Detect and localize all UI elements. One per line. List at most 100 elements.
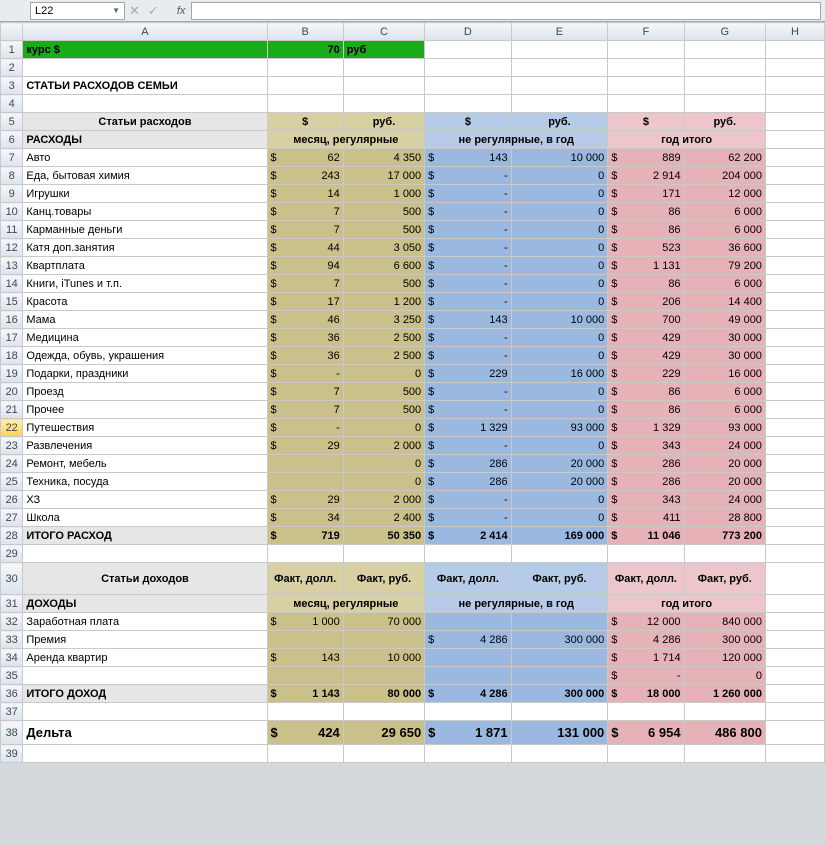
delta[interactable]: 6 954 bbox=[608, 721, 684, 745]
cell[interactable] bbox=[765, 703, 824, 721]
cell[interactable] bbox=[765, 77, 824, 95]
cell[interactable]: 10 000 bbox=[511, 149, 608, 167]
expense-name[interactable]: Красота bbox=[23, 293, 267, 311]
row-header[interactable]: 26 bbox=[1, 491, 23, 509]
cell[interactable]: 86 bbox=[608, 203, 684, 221]
cell[interactable] bbox=[765, 649, 824, 667]
cell[interactable]: 343 bbox=[608, 437, 684, 455]
cell[interactable] bbox=[267, 745, 343, 763]
cell[interactable]: 0 bbox=[511, 293, 608, 311]
cell[interactable]: 206 bbox=[608, 293, 684, 311]
cell[interactable]: - bbox=[425, 329, 511, 347]
cell[interactable]: 17 000 bbox=[343, 167, 424, 185]
total[interactable]: 80 000 bbox=[343, 685, 424, 703]
cell[interactable]: 1 000 bbox=[343, 185, 424, 203]
cell[interactable]: 70 000 bbox=[343, 613, 424, 631]
cell[interactable] bbox=[343, 631, 424, 649]
cell[interactable]: 29 bbox=[267, 437, 343, 455]
name-box[interactable]: L22 ▼ bbox=[30, 2, 125, 20]
cell[interactable]: 30 000 bbox=[684, 347, 765, 365]
cell[interactable]: - bbox=[608, 667, 684, 685]
expense-name[interactable]: Техника, посуда bbox=[23, 473, 267, 491]
cell[interactable] bbox=[765, 527, 824, 545]
cell[interactable] bbox=[267, 545, 343, 563]
subhdr[interactable]: месяц, регулярные bbox=[267, 131, 425, 149]
cell[interactable]: 523 bbox=[608, 239, 684, 257]
col-header[interactable]: C bbox=[343, 23, 424, 41]
cell[interactable]: 204 000 bbox=[684, 167, 765, 185]
cell[interactable]: 93 000 bbox=[684, 419, 765, 437]
cell[interactable] bbox=[765, 293, 824, 311]
row-header[interactable]: 36 bbox=[1, 685, 23, 703]
expense-name[interactable]: Подарки, праздники bbox=[23, 365, 267, 383]
cell[interactable] bbox=[343, 545, 424, 563]
cell[interactable]: 49 000 bbox=[684, 311, 765, 329]
row-header[interactable]: 27 bbox=[1, 509, 23, 527]
hdr[interactable]: Факт, руб. bbox=[511, 563, 608, 595]
subhdr[interactable]: не регулярные, в год bbox=[425, 595, 608, 613]
row-header[interactable]: 34 bbox=[1, 649, 23, 667]
rate-label[interactable]: курс $ bbox=[23, 41, 267, 59]
total[interactable]: 18 000 bbox=[608, 685, 684, 703]
cell[interactable] bbox=[425, 95, 511, 113]
expense-name[interactable]: Карманные деньги bbox=[23, 221, 267, 239]
cell[interactable]: 243 bbox=[267, 167, 343, 185]
cell[interactable]: 6 000 bbox=[684, 401, 765, 419]
hdr[interactable]: Факт, долл. bbox=[425, 563, 511, 595]
cell[interactable] bbox=[267, 455, 343, 473]
cell[interactable] bbox=[511, 745, 608, 763]
expense-name[interactable]: Мама bbox=[23, 311, 267, 329]
cell[interactable] bbox=[511, 703, 608, 721]
cell[interactable] bbox=[343, 667, 424, 685]
row-header[interactable]: 37 bbox=[1, 703, 23, 721]
cell[interactable]: 0 bbox=[511, 383, 608, 401]
row-header[interactable]: 39 bbox=[1, 745, 23, 763]
cell[interactable]: 500 bbox=[343, 221, 424, 239]
cell[interactable] bbox=[765, 149, 824, 167]
income-name[interactable]: Премия bbox=[23, 631, 267, 649]
fx-icon[interactable]: fx bbox=[163, 5, 192, 17]
hdr-income[interactable]: Статьи доходов bbox=[23, 563, 267, 595]
cell[interactable]: - bbox=[425, 239, 511, 257]
cell[interactable] bbox=[267, 703, 343, 721]
cell[interactable]: 143 bbox=[425, 311, 511, 329]
income-name[interactable]: Заработная плата bbox=[23, 613, 267, 631]
expense-name[interactable]: Катя доп.занятия bbox=[23, 239, 267, 257]
row-header[interactable]: 31 bbox=[1, 595, 23, 613]
expense-name[interactable]: Книги, iTunes и т.п. bbox=[23, 275, 267, 293]
hdr[interactable]: руб. bbox=[343, 113, 424, 131]
cell[interactable] bbox=[608, 77, 684, 95]
cell[interactable] bbox=[608, 545, 684, 563]
row-header[interactable]: 2 bbox=[1, 59, 23, 77]
cell[interactable]: 343 bbox=[608, 491, 684, 509]
row-header[interactable]: 3 bbox=[1, 77, 23, 95]
cell[interactable] bbox=[511, 59, 608, 77]
expense-name[interactable]: Прочее bbox=[23, 401, 267, 419]
cell[interactable]: 20 000 bbox=[511, 455, 608, 473]
row-header[interactable]: 33 bbox=[1, 631, 23, 649]
cell[interactable]: 286 bbox=[608, 455, 684, 473]
cell[interactable] bbox=[684, 41, 765, 59]
row-header[interactable]: 22 bbox=[1, 419, 23, 437]
cell[interactable]: 86 bbox=[608, 275, 684, 293]
total-label[interactable]: ИТОГО РАСХОД bbox=[23, 527, 267, 545]
cell[interactable]: 34 bbox=[267, 509, 343, 527]
cell[interactable]: 0 bbox=[511, 239, 608, 257]
cell[interactable]: 143 bbox=[425, 149, 511, 167]
cell[interactable]: - bbox=[267, 365, 343, 383]
cell[interactable] bbox=[765, 595, 824, 613]
expense-name[interactable]: Еда, бытовая химия bbox=[23, 167, 267, 185]
cell[interactable] bbox=[765, 221, 824, 239]
cell[interactable]: 0 bbox=[343, 419, 424, 437]
cell[interactable]: 500 bbox=[343, 401, 424, 419]
cell[interactable] bbox=[425, 41, 511, 59]
cell[interactable]: 7 bbox=[267, 383, 343, 401]
cell[interactable]: 24 000 bbox=[684, 437, 765, 455]
row-header[interactable]: 4 bbox=[1, 95, 23, 113]
cell[interactable]: 2 000 bbox=[343, 437, 424, 455]
row-header[interactable]: 35 bbox=[1, 667, 23, 685]
hdr[interactable]: Факт, долл. bbox=[608, 563, 684, 595]
cell[interactable]: 2 500 bbox=[343, 329, 424, 347]
row-header[interactable]: 19 bbox=[1, 365, 23, 383]
total[interactable]: 773 200 bbox=[684, 527, 765, 545]
